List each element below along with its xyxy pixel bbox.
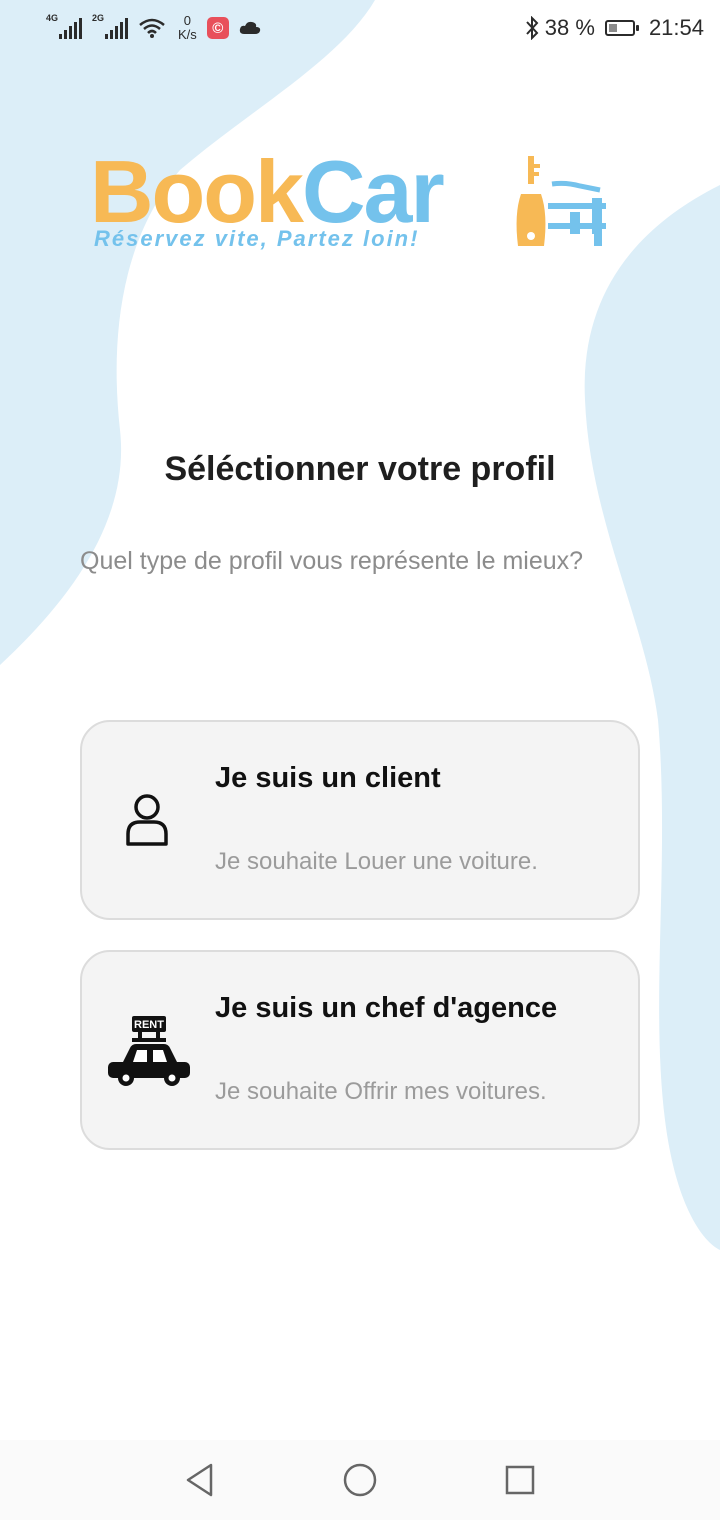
logo-tagline: Réservez vite, Partez loin! [94, 226, 420, 251]
network-speed: 0 K/s [178, 14, 197, 42]
battery-percent: 38 % [544, 15, 595, 40]
recents-icon [505, 1465, 535, 1495]
car-key-icon [516, 156, 606, 246]
network-type-label: 4G [46, 13, 59, 23]
profile-card-agency[interactable]: RENT Je suis un chef d'agence Je souhait… [80, 950, 640, 1150]
speed-unit: K/s [178, 27, 197, 42]
profile-card-description: Je souhaite Offrir mes voitures. [215, 1078, 547, 1105]
home-icon [343, 1463, 377, 1497]
rent-car-icon: RENT [108, 1016, 190, 1086]
logo-brand: BookCar [90, 148, 445, 236]
cloud-icon [239, 21, 260, 34]
profile-card-description: Je souhaite Louer une voiture. [215, 848, 538, 875]
wifi-icon [139, 18, 165, 38]
back-icon [186, 1463, 213, 1497]
status-right: 38 % 21:54 [525, 10, 704, 46]
profile-card-title: Je suis un client [215, 762, 441, 794]
app-notification-icon: © [206, 17, 229, 39]
network-type-label: 2G [92, 13, 105, 23]
status-bar: 4G 2G 0 K/s © 38 % 21:54 [0, 0, 720, 56]
speed-value: 0 [183, 13, 192, 28]
profile-card-client[interactable]: Je suis un client Je souhaite Louer une … [80, 720, 640, 920]
bookcar-logo: BookCar Réservez vite, Partez loin! [90, 148, 610, 260]
page-title: Séléctionner votre profil [164, 450, 556, 488]
signal-icon: 2G [92, 13, 128, 41]
clock: 21:54 [648, 15, 704, 40]
rent-badge-label: RENT [134, 1019, 164, 1031]
home-button[interactable] [340, 1460, 380, 1500]
battery-icon [604, 20, 639, 36]
bluetooth-icon [526, 16, 539, 40]
navigation-bar [0, 1440, 720, 1520]
signal-icon: 4G [46, 13, 82, 41]
back-button[interactable] [180, 1460, 220, 1500]
page-subtitle: Quel type de profil vous représente le m… [80, 547, 584, 575]
status-left: 4G 2G 0 K/s © [46, 10, 261, 46]
recents-button[interactable] [500, 1460, 540, 1500]
user-icon [126, 794, 168, 846]
profile-card-title: Je suis un chef d'agence [215, 992, 558, 1024]
